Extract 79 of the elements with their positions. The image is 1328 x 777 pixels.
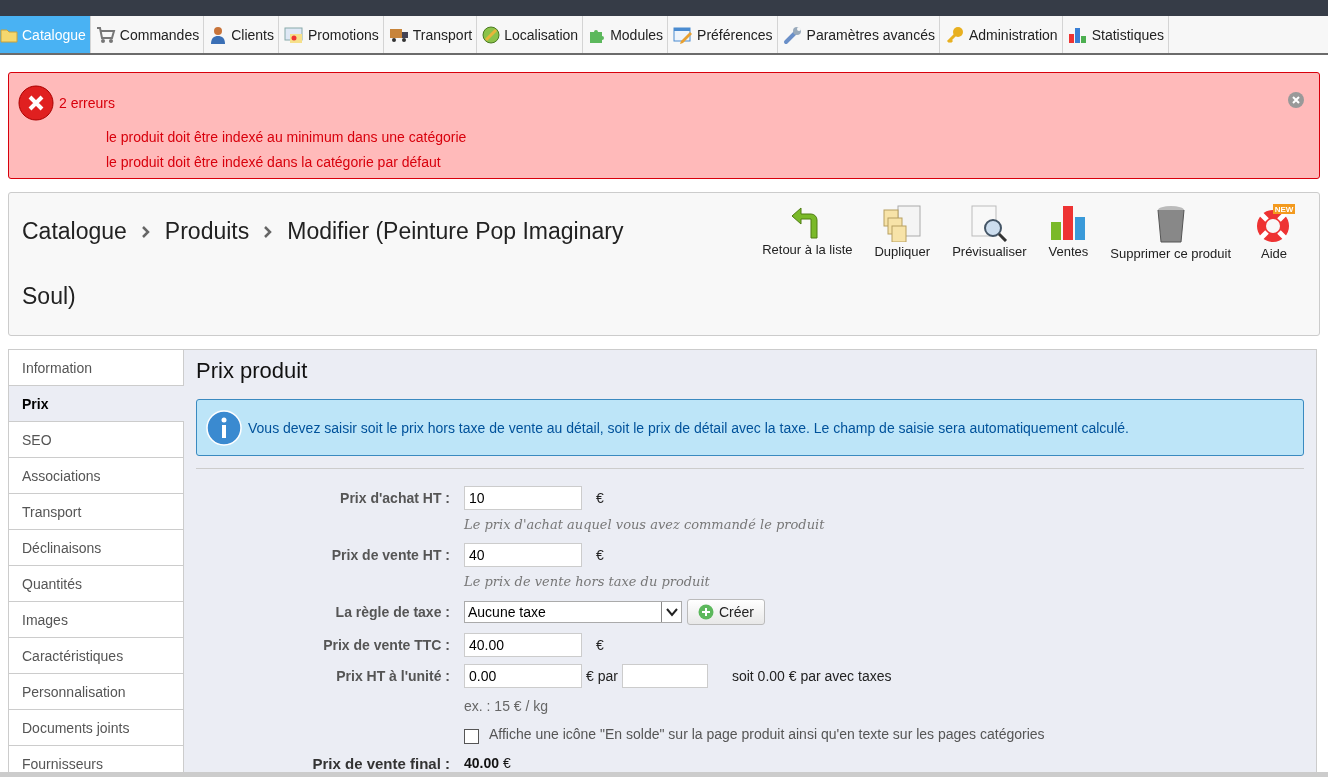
create-button[interactable]: Créer	[687, 599, 765, 625]
error-message: le produit doit être indexé au minimum dans une catégorie	[106, 128, 468, 147]
nav-tab[interactable]: Localisation	[477, 16, 584, 53]
info-icon	[206, 409, 242, 446]
toolbar-button[interactable]: Dupliquer	[863, 204, 942, 259]
bar-chart-icon	[1049, 204, 1088, 242]
price-input[interactable]: 40.00	[464, 633, 582, 657]
error-icon	[18, 85, 54, 121]
currency-label: €	[596, 490, 604, 506]
error-title: 2 erreurs	[59, 95, 116, 111]
chevron-icon	[263, 225, 274, 239]
sidebar-tab[interactable]: Associations	[8, 458, 184, 494]
sidebar-tab[interactable]: Prix	[8, 386, 184, 422]
breadcrumb: Catalogue Produits Modifier (Peinture Pop Imaginary Soul)	[22, 217, 625, 311]
field-label: Prix d'achat HT :	[339, 490, 450, 506]
sidebar-tab[interactable]: Quantités	[8, 566, 184, 602]
info-text: Vous devez saisir soit le prix hors taxe de vente au détail, soit le prix de détail avec la taxe. Le champ de saisie sera automatiquement calculé.	[248, 419, 1129, 436]
sidebar-tab[interactable]: Caractéristiques	[8, 638, 184, 674]
toolbar-button[interactable]: Ventes	[1037, 204, 1100, 259]
tax-rule-select[interactable]: Aucune taxe	[464, 601, 682, 623]
wrench-icon	[782, 24, 803, 45]
example-text: ex. : 15 € / kg	[464, 698, 550, 714]
checkbox[interactable]	[464, 729, 479, 744]
field-label: Prix de vente TTC :	[322, 637, 450, 653]
nav-tab[interactable]: Promotions	[279, 16, 384, 53]
sidebar-tab[interactable]: SEO	[8, 422, 184, 458]
field-label: La règle de taxe :	[334, 604, 450, 620]
nav-tab[interactable]: Paramètres avancés	[777, 16, 940, 53]
sidebar-tab[interactable]: Déclinaisons	[8, 530, 184, 566]
field-label: Prix de vente HT :	[330, 547, 450, 563]
toolbar-button[interactable]: NEW Aide	[1242, 204, 1306, 261]
unit-price-summary: soit 0.00 € par avec taxes	[731, 668, 892, 684]
sidebar-tab[interactable]: Images	[8, 602, 184, 638]
nav-tab[interactable]: Statistiques	[1062, 16, 1170, 53]
trash-icon	[1154, 204, 1187, 244]
cart-icon	[95, 25, 116, 44]
plus-icon	[698, 604, 714, 620]
nav-tab[interactable]: Administration	[939, 16, 1063, 53]
unit-label: € par	[586, 668, 618, 684]
toolbar-button[interactable]: Prévisualiser	[941, 204, 1038, 259]
field-hint: Le prix d'achat auquel vous avez commandé le produit	[464, 517, 826, 532]
copy-icon	[882, 204, 923, 242]
unit-price-input[interactable]: 0.00	[464, 664, 582, 688]
sidebar-tab[interactable]: Personnalisation	[8, 674, 184, 710]
checkbox-label: Affiche une icône "En solde" sur la page produit ainsi qu'en texte sur les pages catégories	[489, 725, 1045, 742]
folder-icon	[0, 26, 18, 43]
window-pencil-icon	[673, 25, 694, 44]
nav-tab[interactable]: Transport	[383, 16, 478, 53]
nav-tab[interactable]: Préférences	[668, 16, 778, 53]
currency-label: €	[596, 547, 604, 563]
close-icon[interactable]	[1288, 92, 1304, 108]
card-icon	[284, 25, 304, 44]
price-input[interactable]: 10	[464, 486, 582, 510]
sidebar-tab[interactable]: Information	[8, 350, 184, 386]
nav-tab[interactable]: Commandes	[90, 16, 205, 53]
horizontal-scrollbar[interactable]	[0, 772, 1328, 777]
new-badge: NEW	[1273, 204, 1295, 214]
sidebar-tab[interactable]: Documents joints	[8, 710, 184, 746]
field-label: Prix de vente final :	[311, 754, 450, 772]
section-title: Prix produit	[196, 358, 309, 384]
field-label: Prix HT à l'unité :	[335, 668, 450, 684]
caret-icon	[661, 602, 681, 622]
unit-input[interactable]	[621, 664, 708, 688]
toolbar-button[interactable]: Supprimer ce produit	[1099, 204, 1242, 261]
error-message: le produit doit être indexé dans la catégorie par défaut	[106, 153, 442, 172]
key-icon	[944, 24, 965, 45]
field-hint: Le prix de vente hors taxe du produit	[464, 574, 711, 589]
price-input[interactable]: 40	[464, 543, 582, 567]
currency-label: €	[596, 637, 604, 653]
truck-icon	[388, 26, 409, 43]
nav-tab[interactable]: Clients	[204, 16, 279, 53]
chevron-icon	[140, 225, 151, 239]
person-icon	[209, 25, 228, 44]
nav-tab[interactable]: Modules	[583, 16, 669, 53]
final-price: 40.00 €	[464, 755, 511, 771]
preview-icon	[969, 204, 1010, 242]
toolbar-button[interactable]: Retour à la liste	[751, 204, 864, 257]
sidebar-tab[interactable]: Transport	[8, 494, 184, 530]
bar-chart-icon	[1067, 25, 1088, 44]
